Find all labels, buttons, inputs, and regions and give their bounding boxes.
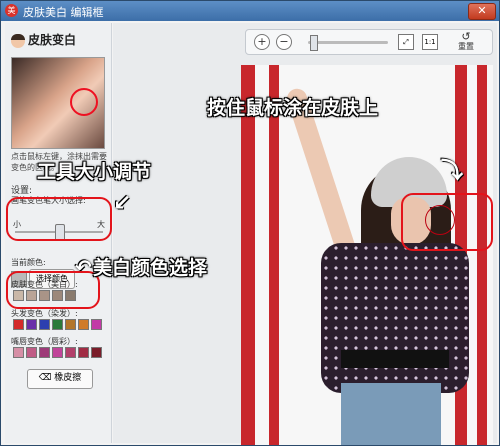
reset-label: 重置 (458, 42, 474, 51)
undo-icon: ↺ (461, 30, 471, 43)
hair-color-palette (13, 319, 102, 330)
hair-color-swatch[interactable] (52, 319, 63, 330)
arrow-icon: ↙ (113, 191, 132, 216)
photo-canvas[interactable] (241, 65, 493, 445)
title-bar: 美 皮肤美白 编辑框 ✕ (1, 1, 499, 21)
window-title: 皮肤美白 编辑框 (23, 6, 104, 19)
lip-color-label: 嘴唇变色（唇彩）: (11, 337, 78, 346)
thumbnail-marker (70, 88, 98, 116)
lip-color-palette (13, 347, 102, 358)
lip-color-swatch[interactable] (78, 347, 89, 358)
lip-color-swatch[interactable] (39, 347, 50, 358)
panel-heading-label: 皮肤变白 (28, 33, 77, 47)
red-pillar (241, 65, 255, 445)
lip-color-swatch[interactable] (65, 347, 76, 358)
hair-color-swatch[interactable] (91, 319, 102, 330)
lip-color-swatch[interactable] (26, 347, 37, 358)
arrow-icon: ⤵ (441, 159, 464, 184)
eraser-icon: ⌫ (38, 373, 55, 383)
lip-color-swatch[interactable] (91, 347, 102, 358)
red-pillar (269, 65, 279, 445)
hair-color-swatch[interactable] (13, 319, 24, 330)
preview-thumbnail (11, 57, 105, 149)
annotation-brush-size: 工具大小调节 (37, 161, 152, 183)
face-icon (11, 33, 25, 48)
close-button[interactable]: ✕ (468, 3, 496, 20)
reset-button[interactable]: ↺ 重置 (458, 30, 474, 52)
hair-color-swatch[interactable] (39, 319, 50, 330)
arrow-icon: ↶ (75, 255, 92, 279)
actual-size-button[interactable]: 1:1 (422, 34, 438, 50)
hair-color-swatch[interactable] (65, 319, 76, 330)
photo-dress-pattern (321, 243, 469, 393)
fit-screen-icon[interactable]: ⤢ (398, 34, 414, 50)
zoom-slider-knob[interactable] (310, 35, 318, 51)
skin-area-highlight (401, 193, 493, 251)
eraser-button[interactable]: ⌫ 橡皮擦 (27, 369, 93, 389)
editor-window: 美 皮肤美白 编辑框 ✕ 皮肤变白 点击鼠标左键，涂抹出需要变色的区域。 设置:… (0, 0, 500, 446)
zoom-toolbar: + − ⤢ 1:1 ↺ 重置 (245, 29, 493, 55)
zoom-in-icon[interactable]: + (254, 34, 270, 50)
annotation-whitening-color: 美白颜色选择 (93, 257, 208, 279)
hair-color-label: 头发变色（染发）: (11, 309, 78, 318)
photo-shorts (341, 383, 441, 445)
eraser-label: 橡皮擦 (54, 373, 82, 383)
red-pillar (477, 65, 487, 445)
app-logo-icon: 美 (5, 4, 18, 17)
lip-color-swatch[interactable] (13, 347, 24, 358)
zoom-out-icon[interactable]: − (276, 34, 292, 50)
panel-heading: 皮肤变白 (11, 31, 76, 48)
zoom-slider[interactable] (308, 41, 388, 44)
photo-belt (341, 350, 449, 368)
lip-color-swatch[interactable] (52, 347, 63, 358)
current-color-label: 当前颜色: (11, 258, 46, 267)
hair-color-swatch[interactable] (26, 319, 37, 330)
hair-color-swatch[interactable] (78, 319, 89, 330)
annotation-paint-skin: 按住鼠标涂在皮肤上 (207, 97, 379, 119)
slider-highlight (6, 197, 112, 241)
